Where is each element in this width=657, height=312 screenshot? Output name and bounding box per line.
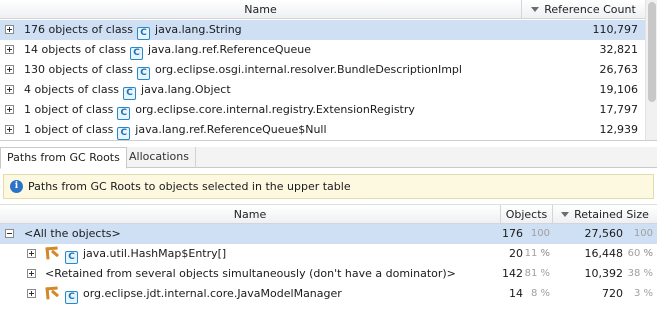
table-row[interactable]: 130 objects of class Corg.eclipse.osgi.in… (0, 60, 645, 80)
tab-allocations[interactable]: Allocations (123, 147, 196, 168)
row-name: <All the objects> (24, 227, 121, 240)
expand-icon[interactable] (5, 105, 14, 114)
retained-size: 10,392 (584, 267, 624, 280)
class-name: java.lang.Object (141, 83, 231, 96)
class-name: java.lang.ref.ReferenceQueue (148, 43, 311, 56)
column-header-name-label: Name (244, 3, 277, 16)
class-icon: C (137, 67, 151, 80)
expand-icon[interactable] (5, 85, 14, 94)
table-row[interactable]: <All the objects> 176 100 % 27,560 100 % (0, 224, 657, 259)
row-label: 176 objects of class (24, 23, 134, 36)
reference-count: 110,797 (592, 23, 639, 36)
reference-count: 12,939 (599, 123, 639, 136)
row-name: <Retained from several objects simultane… (45, 267, 456, 280)
retained-percent: 38 % (627, 268, 653, 279)
table-row[interactable]: 176 objects of class Cjava.lang.String 11… (0, 20, 645, 40)
upper-table-header: Name Reference Count (0, 0, 645, 19)
objects-count: 142 (502, 267, 523, 280)
column-header-name[interactable]: Name (0, 205, 500, 224)
expand-icon[interactable] (5, 45, 14, 54)
class-icon: C (65, 291, 78, 304)
info-bar: i Paths from GC Roots to objects selecte… (3, 174, 654, 199)
table-row[interactable]: 1 object of class Corg.eclipse.core.inter… (0, 100, 645, 120)
retained-percent: 3 % (633, 288, 653, 299)
class-icon: C (123, 87, 137, 100)
column-header-objects[interactable]: Objects (500, 205, 552, 224)
info-text: Paths from GC Roots to objects selected … (28, 180, 351, 193)
row-name: org.eclipse.jdt.internal.core.JavaModelM… (83, 287, 342, 300)
gc-root-reference-icon (45, 286, 59, 298)
expand-icon[interactable] (5, 125, 14, 134)
paths-table-header: Name Objects Retained Size (0, 204, 657, 224)
column-header-retained-size-label: Retained Size (574, 208, 649, 221)
reference-count: 32,821 (599, 43, 639, 56)
tab-label: Paths from GC Roots (7, 151, 120, 164)
column-header-name-label: Name (233, 208, 267, 221)
tab-label: Allocations (129, 150, 189, 163)
column-header-retained-size[interactable]: Retained Size (552, 205, 657, 224)
class-icon: C (117, 107, 131, 120)
retained-percent: 60 % (627, 248, 653, 259)
expand-icon[interactable] (5, 25, 14, 34)
tab-bar: Paths from GC Roots Allocations (0, 147, 657, 169)
sort-desc-icon (561, 212, 570, 217)
expand-icon[interactable] (27, 249, 36, 258)
info-icon: i (10, 180, 23, 193)
table-row[interactable]: 4 objects of class Cjava.lang.Object 19,1… (0, 80, 645, 100)
expand-icon[interactable] (27, 289, 36, 298)
class-name: org.eclipse.core.internal.registry.Exten… (135, 103, 415, 116)
column-header-reference-count[interactable]: Reference Count (521, 0, 645, 19)
retained-size: 16,448 (584, 247, 624, 260)
class-name: java.lang.String (155, 23, 242, 36)
reference-count: 17,797 (599, 103, 639, 116)
row-label: 4 objects of class (24, 83, 120, 96)
gc-root-reference-icon (45, 246, 59, 258)
tab-paths-from-gc-roots[interactable]: Paths from GC Roots (0, 147, 127, 169)
expand-icon[interactable] (27, 269, 36, 278)
sort-desc-icon (531, 7, 540, 12)
retained-size: 720 (602, 287, 623, 300)
table-row[interactable]: <Retained from several objects simultane… (0, 264, 657, 284)
row-label: 14 objects of class (24, 43, 127, 56)
class-name: org.eclipse.osgi.internal.resolver.Bundl… (155, 63, 462, 76)
row-label: 1 object of class (24, 123, 114, 136)
table-row[interactable]: 14 objects of class Cjava.lang.ref.Refere… (0, 40, 645, 60)
paths-table: Name Objects Retained Size <All the obje… (0, 204, 657, 312)
class-icon: C (65, 251, 78, 264)
column-header-name[interactable]: Name (0, 0, 521, 19)
reference-count: 26,763 (599, 63, 639, 76)
reference-count: 19,106 (599, 83, 639, 96)
objects-percent: 8 % (530, 288, 550, 299)
expand-icon[interactable] (5, 65, 14, 74)
row-label: 130 objects of class (24, 63, 134, 76)
column-header-reference-count-label: Reference Count (544, 3, 636, 16)
table-row[interactable]: 1 object of class Cjava.lang.ref.Referenc… (0, 120, 645, 140)
table-row[interactable]: Cjava.util.HashMap$Entry[] 20 11 % 16,448… (0, 244, 657, 264)
objects-percent: 11 % (524, 248, 550, 259)
objects-count: 176 (502, 227, 523, 240)
vertical-scrollbar[interactable] (645, 0, 657, 140)
class-icon: C (130, 47, 144, 60)
row-name: java.util.HashMap$Entry[] (83, 247, 227, 260)
objects-count: 14 (509, 287, 523, 300)
collapse-icon[interactable] (5, 229, 14, 238)
retained-size: 27,560 (584, 227, 624, 240)
class-icon: C (117, 127, 131, 140)
objects-count: 20 (509, 247, 523, 260)
column-header-objects-label: Objects (505, 208, 548, 221)
class-icon: C (137, 27, 151, 40)
upper-objects-table: Name Reference Count 176 objects of clas… (0, 0, 657, 141)
row-label: 1 object of class (24, 103, 114, 116)
class-name: java.lang.ref.ReferenceQueue$Null (135, 123, 327, 136)
table-row[interactable]: Corg.eclipse.jdt.internal.core.JavaModel… (0, 284, 657, 304)
objects-percent: 81 % (524, 268, 550, 279)
scrollbar-thumb[interactable] (648, 2, 656, 102)
